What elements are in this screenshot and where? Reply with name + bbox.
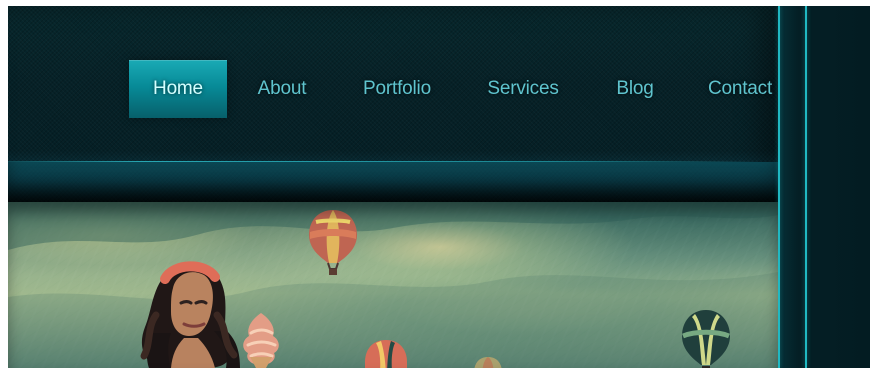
distant-hot-air-balloon-icon [474,357,502,368]
hot-air-balloon-icon [365,340,407,368]
right-panel-left-border [778,6,780,368]
nav-item-home[interactable]: Home [129,60,227,118]
right-panel-inner-border [805,6,807,368]
website-frame: Home About Portfolio Services Blog Conta… [8,6,870,368]
site-header: Home About Portfolio Services Blog Conta… [8,6,778,202]
header-bottom-band [8,162,778,202]
hot-air-balloon-icon [309,210,357,275]
nav-item-contact[interactable]: Contact [702,60,778,118]
woman-portrait-icon [140,261,240,368]
hero-photo-scene [8,202,778,368]
hot-air-balloon-icon [682,310,730,368]
nav-item-services[interactable]: Services [480,60,566,118]
hero-image [8,202,778,368]
nav-item-blog[interactable]: Blog [606,60,664,118]
right-sidebar-panel [778,6,870,368]
ice-cream-icon [243,313,279,368]
nav-item-about[interactable]: About [247,60,317,118]
main-navigation: Home About Portfolio Services Blog Conta… [8,6,778,162]
nav-item-portfolio[interactable]: Portfolio [354,60,440,118]
